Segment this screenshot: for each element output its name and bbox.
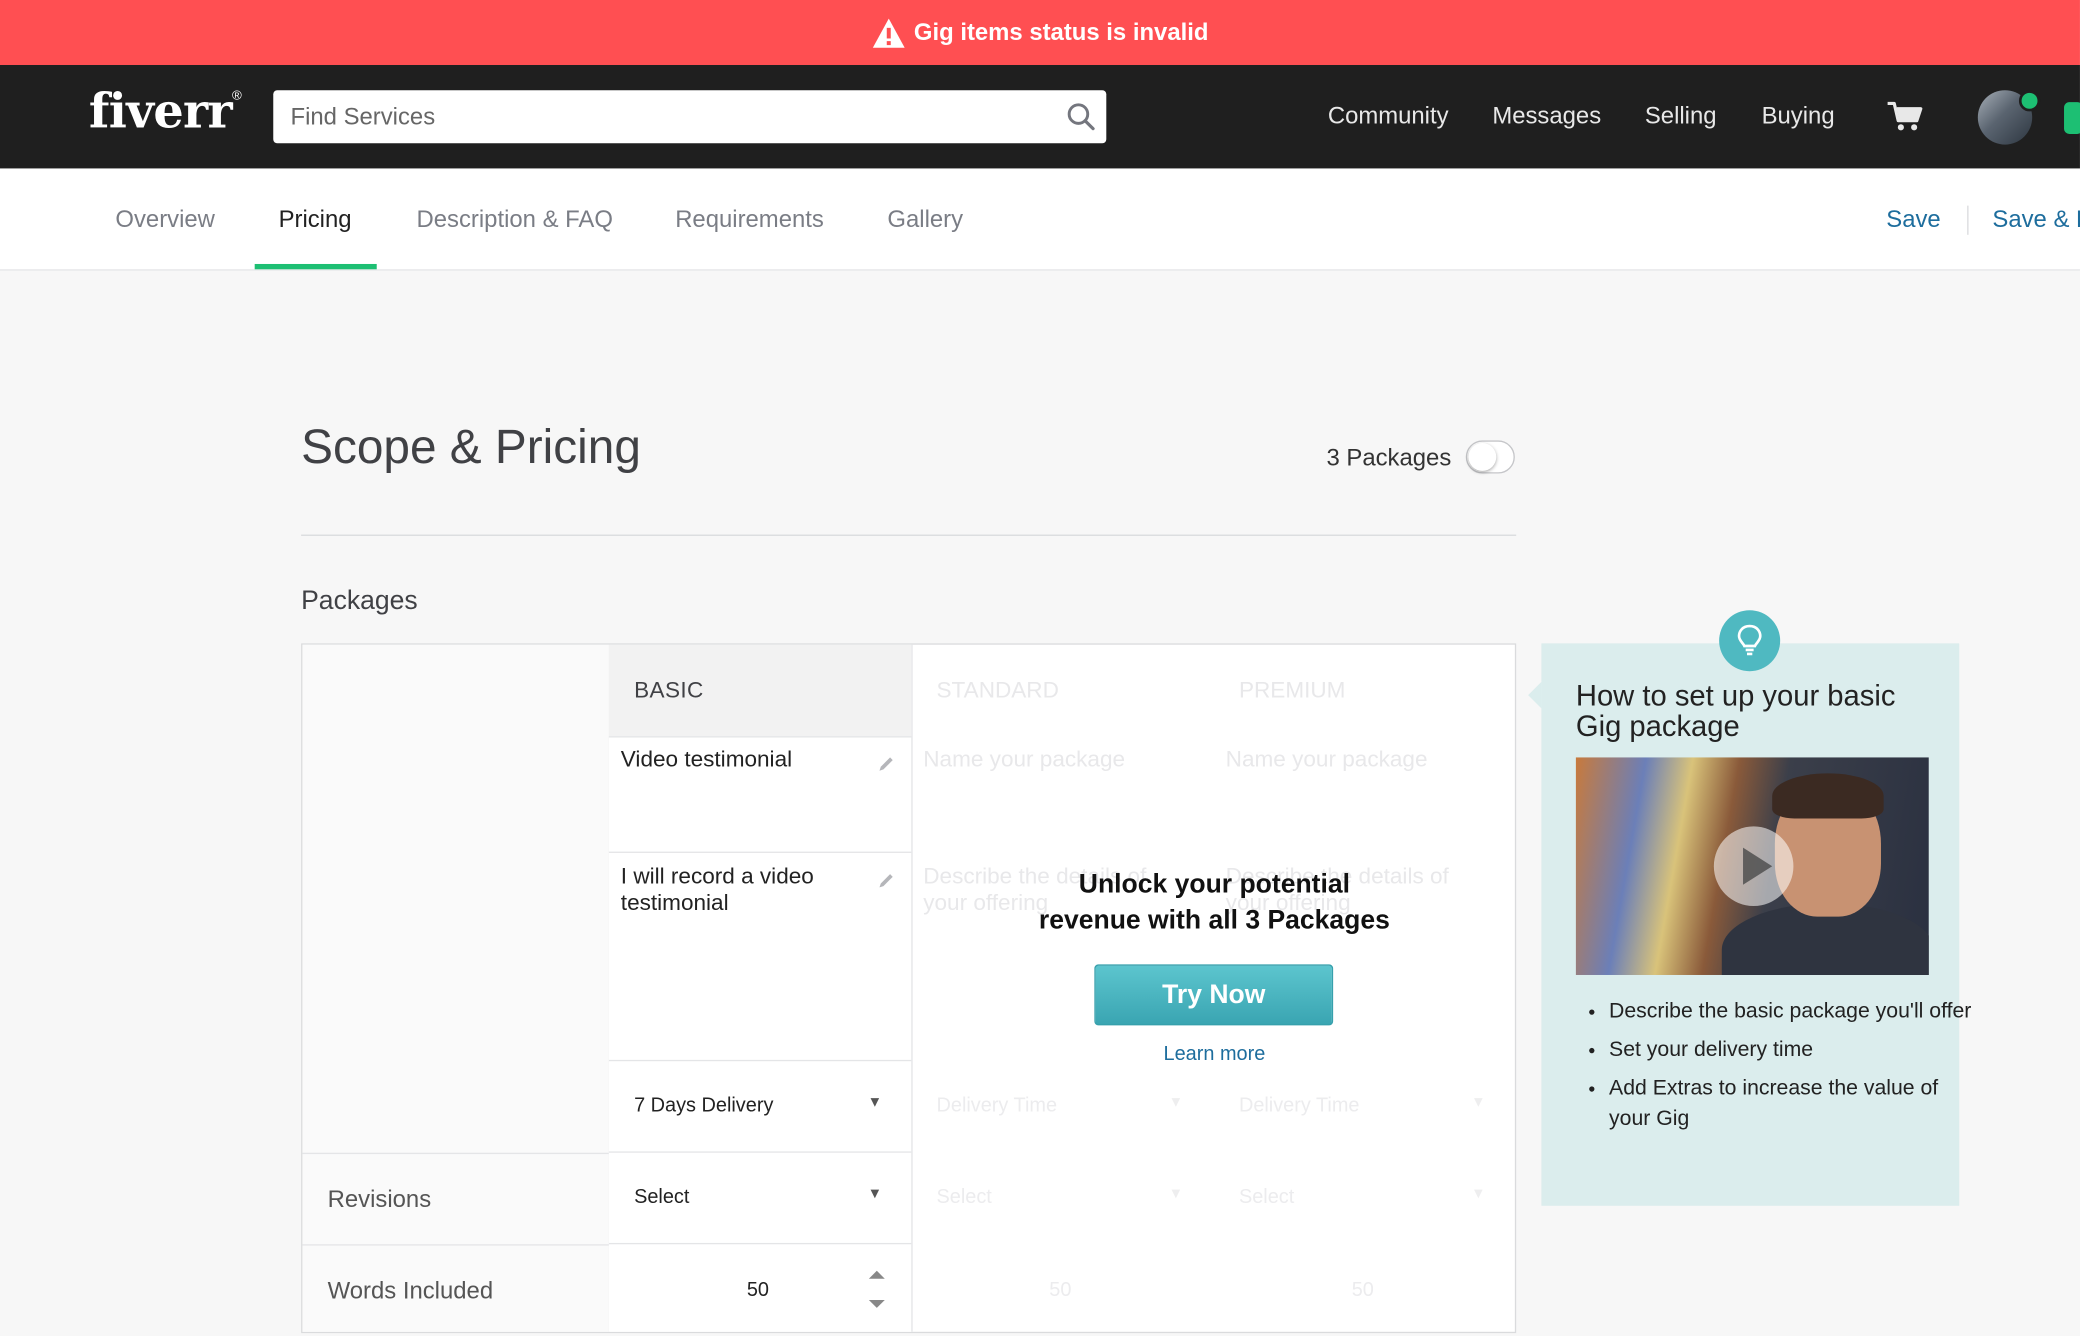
lightbulb-icon (1719, 610, 1781, 672)
packages-toggle-label: 3 Packages (1326, 444, 1452, 471)
row-divider (302, 1244, 609, 1246)
help-bullet: Describe the basic package you'll offer (1609, 996, 1974, 1027)
standard-revisions-placeholder: Select (936, 1185, 992, 1209)
video-person-hair (1772, 773, 1884, 819)
save-and-preview-button[interactable]: Save & P (1992, 206, 2080, 234)
premium-delivery-placeholder: Delivery Time (1238, 1094, 1360, 1117)
basic-description-text: I will record a video testimonial (620, 863, 814, 916)
alert-text: Gig items status is invalid (913, 18, 1209, 46)
pencil-icon (879, 874, 893, 888)
standard-delivery-placeholder: Delivery Time (936, 1094, 1058, 1117)
nav-buying[interactable]: Buying (1762, 102, 1835, 130)
basic-name-field[interactable]: Video testimonial (608, 736, 912, 853)
standard-header-label: STANDARD (936, 677, 1059, 704)
basic-revisions-value: Select (634, 1185, 690, 1209)
basic-name-text: Video testimonial (620, 746, 793, 773)
top-header: fiverr® Community Messages Selling Buyin… (0, 64, 2080, 169)
lightbulb-glyph (1737, 624, 1762, 656)
basic-delivery-value: 7 Days Delivery (634, 1094, 774, 1117)
standard-words-placeholder: 50 (1049, 1278, 1072, 1302)
premium-header-label: PREMIUM (1238, 677, 1346, 704)
premium-words-placeholder: 50 (1351, 1278, 1374, 1302)
basic-words-stepper[interactable]: 50 (609, 1244, 911, 1336)
learn-more-link[interactable]: Learn more (911, 1043, 1517, 1066)
switch-to-selling-button[interactable] (2064, 102, 2080, 134)
upsell-title-line1: Unlock your potential (1078, 870, 1351, 900)
help-video-thumbnail[interactable] (1575, 757, 1929, 975)
play-icon[interactable] (1713, 826, 1794, 906)
upsell-title-line2: revenue with all 3 Packages (1038, 905, 1390, 936)
chevron-down-icon: ▼ (867, 1094, 883, 1111)
words-included-label: Words Included (327, 1277, 494, 1304)
pencil-icon (879, 757, 893, 771)
stepper-up-icon[interactable] (868, 1270, 885, 1279)
basic-words-value: 50 (746, 1278, 769, 1302)
packages-section-title: Packages (301, 586, 418, 616)
basic-description-field[interactable]: I will record a video testimonial (608, 853, 912, 1062)
active-tab-indicator (254, 263, 377, 270)
gig-steps-tabbar: Overview Pricing Description & FAQ Requi… (0, 168, 2080, 271)
basic-header: BASIC (608, 644, 912, 738)
status-alert-bar: Gig items status is invalid (0, 0, 2080, 65)
nav-community[interactable]: Community (1328, 102, 1449, 130)
stepper-down-icon[interactable] (868, 1299, 885, 1308)
chevron-down-icon: ▼ (1471, 1185, 1486, 1202)
premium-name-placeholder: Name your package (1225, 746, 1428, 773)
online-status-dot (2018, 90, 2041, 112)
nav-selling[interactable]: Selling (1645, 102, 1717, 130)
help-title: How to set up your basic Gig package (1575, 679, 1896, 743)
help-panel-pointer (1528, 681, 1542, 709)
premium-revisions-placeholder: Select (1238, 1185, 1295, 1209)
section-divider (301, 534, 1517, 536)
toggle-knob (1468, 443, 1497, 471)
logo-registered-mark: ® (232, 88, 242, 104)
packages-table: Revisions Words Included BASIC Video tes… (301, 643, 1517, 1334)
nav-messages[interactable]: Messages (1492, 102, 1601, 130)
chevron-down-icon: ▼ (1168, 1185, 1184, 1202)
basic-header-label: BASIC (634, 677, 704, 704)
help-bullet: Add Extras to increase the value of your… (1609, 1073, 1974, 1134)
basic-delivery-select[interactable]: 7 Days Delivery ▼ (608, 1061, 912, 1153)
fiverr-logo[interactable]: fiverr® (88, 83, 242, 140)
tab-gallery[interactable]: Gallery (887, 206, 963, 234)
help-bullets: Describe the basic package you'll offer … (1576, 996, 1974, 1142)
help-panel: How to set up your basic Gig package Des… (1541, 643, 1971, 1206)
tab-description-faq[interactable]: Description & FAQ (417, 206, 613, 234)
logo-text: fiverr (88, 83, 233, 140)
tab-requirements[interactable]: Requirements (675, 206, 824, 234)
locked-packages-overlay: STANDARD PREMIUM Name your package Name … (911, 645, 1517, 1332)
row-divider (302, 1152, 609, 1155)
upsell-title: Unlock your potential revenue with all 3… (911, 868, 1517, 940)
cart-icon[interactable] (1886, 99, 1923, 133)
page-title: Scope & Pricing (301, 419, 641, 474)
chevron-down-icon: ▼ (1471, 1094, 1486, 1111)
tab-overview[interactable]: Overview (115, 206, 215, 234)
try-now-button[interactable]: Try Now (1094, 964, 1334, 1026)
search-input[interactable] (273, 90, 1067, 144)
revisions-label: Revisions (327, 1185, 432, 1213)
packages-toggle[interactable] (1465, 440, 1515, 474)
tab-action-divider (1967, 205, 1969, 235)
chevron-down-icon: ▼ (867, 1185, 883, 1202)
search-icon[interactable] (1067, 102, 1096, 131)
chevron-down-icon: ▼ (1168, 1094, 1184, 1111)
save-button[interactable]: Save (1886, 206, 1940, 234)
search-bar (273, 90, 1107, 144)
basic-package-column: BASIC Video testimonial I will record a … (608, 644, 913, 1332)
basic-revisions-select[interactable]: Select ▼ (608, 1153, 912, 1245)
play-triangle (1743, 847, 1773, 885)
standard-name-placeholder: Name your package (923, 746, 1126, 773)
warning-icon (872, 17, 905, 48)
help-bullet: Set your delivery time (1609, 1035, 1974, 1066)
row-labels-column: Revisions Words Included (302, 644, 611, 1332)
tab-pricing[interactable]: Pricing (279, 206, 352, 234)
